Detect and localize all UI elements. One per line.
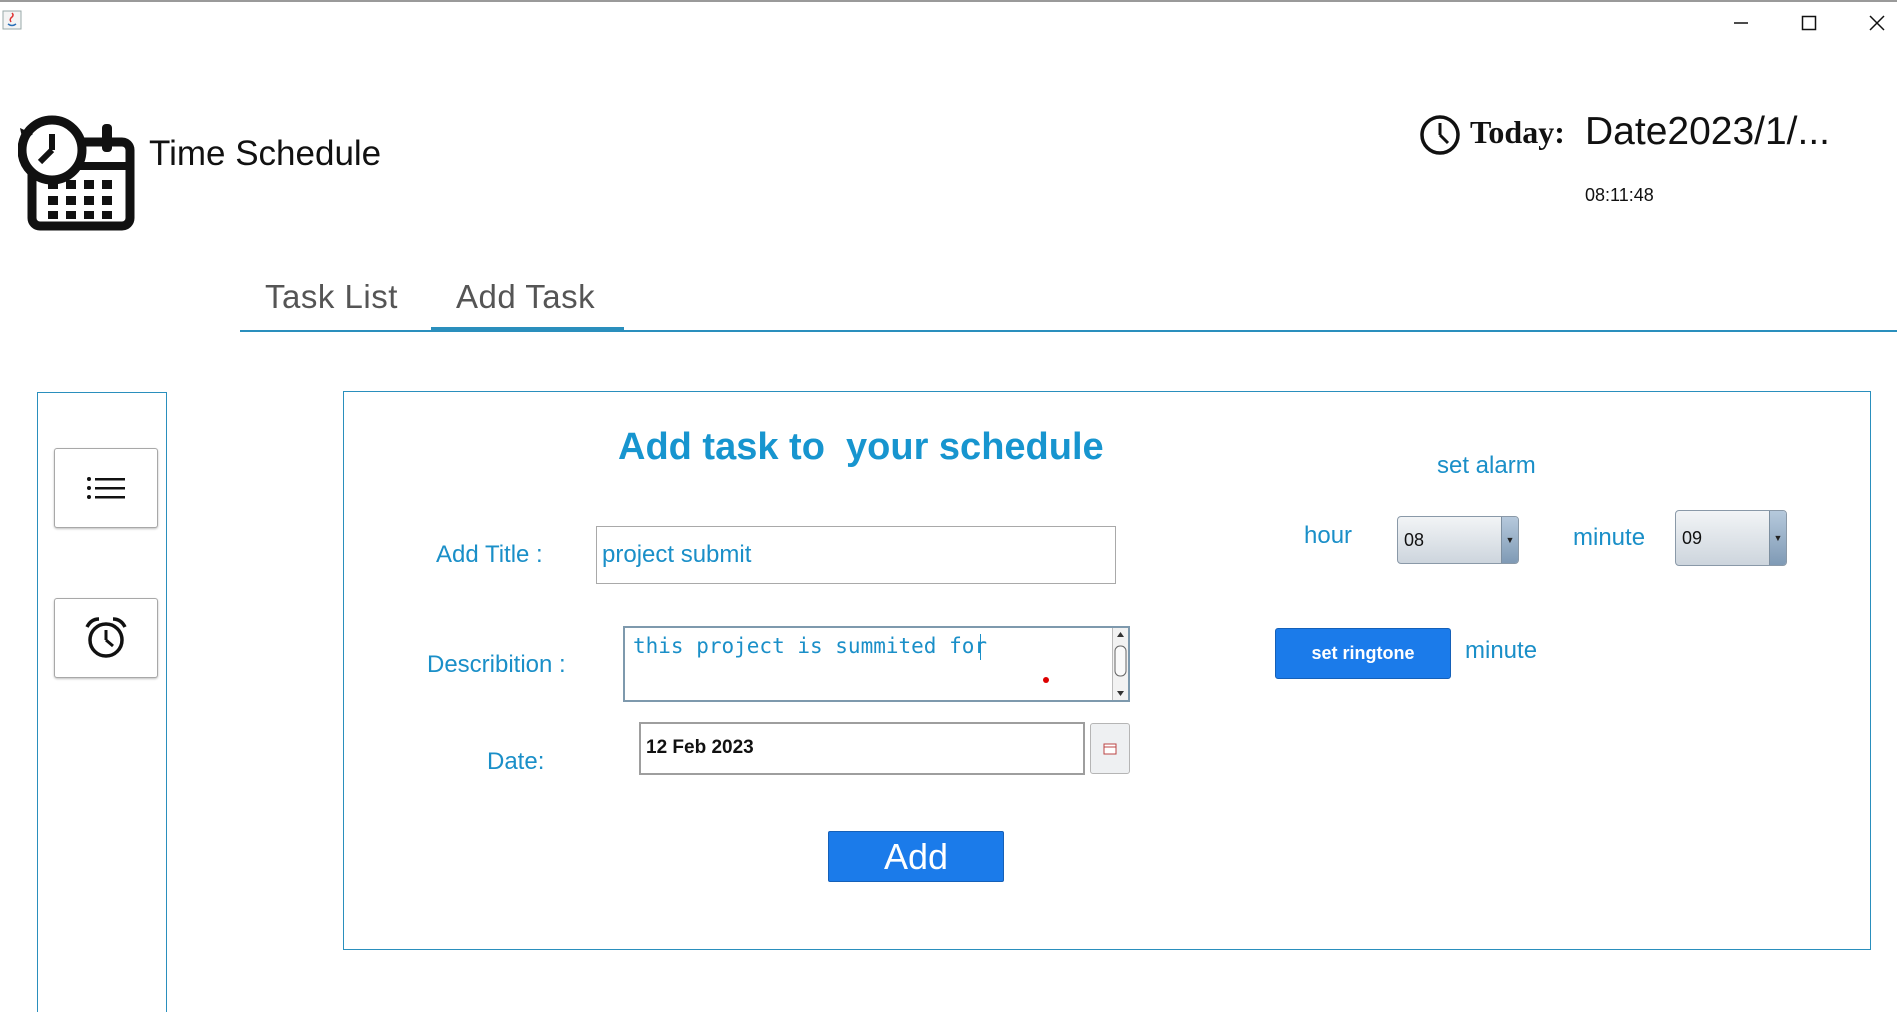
set-alarm-label: set alarm [1437, 452, 1536, 479]
current-time: 08:11:48 [1585, 185, 1654, 205]
date-label: Date: [487, 748, 545, 775]
hour-value: 08 [1404, 530, 1425, 550]
today-label: Today: [1470, 114, 1565, 150]
active-tab-indicator [431, 327, 624, 331]
clock-icon [1418, 113, 1462, 157]
date-picker-button[interactable] [1090, 723, 1130, 774]
task-list-button[interactable] [54, 448, 158, 528]
description-textarea[interactable]: this project is summited for [623, 626, 1130, 702]
title-label: Add Title : [436, 541, 543, 568]
close-icon [1869, 15, 1885, 31]
description-scrollbar[interactable] [1112, 628, 1128, 700]
set-ringtone-button[interactable]: set ringtone [1275, 628, 1451, 679]
close-button[interactable] [1848, 6, 1897, 40]
alarm-clock-icon [85, 617, 127, 658]
maximize-icon [1801, 15, 1817, 31]
calendar-clock-logo-icon [17, 112, 138, 232]
text-caret [980, 634, 981, 660]
chevron-down-icon: ▼ [1769, 511, 1786, 565]
current-date: Date2023/1/... [1585, 110, 1831, 153]
hour-label: hour [1304, 522, 1353, 549]
java-app-icon [2, 10, 22, 30]
alarm-button[interactable] [54, 598, 158, 678]
app-title: Time Schedule [149, 134, 382, 173]
date-field[interactable]: 12 Feb 2023 [639, 722, 1085, 775]
minute-value: 09 [1682, 528, 1703, 548]
mouse-pointer-dot [1043, 677, 1049, 683]
maximize-button[interactable] [1780, 6, 1838, 40]
title-input[interactable] [596, 526, 1116, 584]
tab-task-list[interactable]: Task List [265, 278, 398, 316]
window-top-border [0, 0, 1897, 2]
minimize-icon [1734, 22, 1748, 24]
minimize-button[interactable] [1712, 6, 1770, 40]
hour-select[interactable]: 08 ▼ [1397, 516, 1519, 564]
form-heading: Add task to your schedule [618, 426, 1104, 468]
description-text: this project is summited for [633, 634, 1000, 658]
add-button[interactable]: Add [828, 831, 1004, 882]
tab-add-task[interactable]: Add Task [456, 278, 595, 316]
ringtone-label: minute [1465, 637, 1538, 664]
description-label: Describition : [427, 651, 566, 678]
minute-select[interactable]: 09 ▼ [1675, 510, 1787, 566]
calendar-icon [1103, 743, 1117, 754]
minute-label: minute [1573, 524, 1646, 551]
chevron-down-icon: ▼ [1501, 517, 1518, 563]
list-icon [87, 477, 125, 499]
